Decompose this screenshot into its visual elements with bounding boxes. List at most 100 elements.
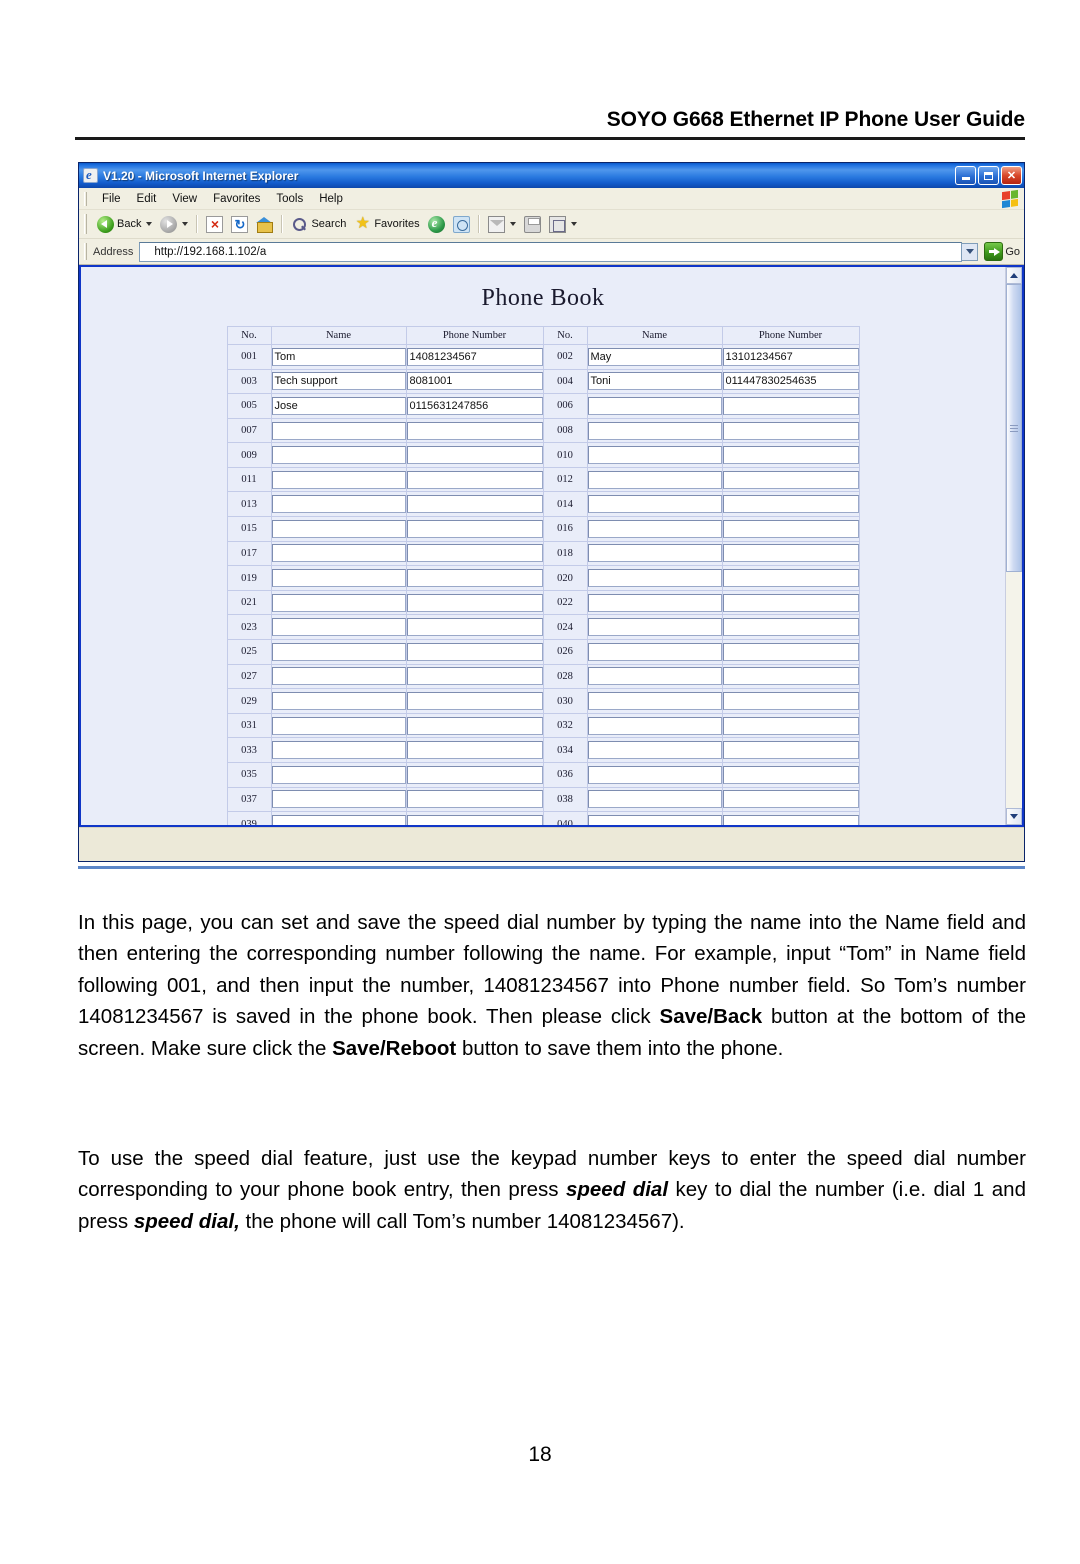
name-input-right[interactable] — [587, 519, 722, 538]
phone-input-right[interactable] — [722, 495, 859, 514]
phone-input-left[interactable] — [406, 421, 543, 440]
chevron-down-icon[interactable] — [509, 222, 516, 227]
menu-item-help[interactable]: Help — [311, 191, 351, 207]
menu-item-view[interactable]: View — [164, 191, 205, 207]
phone-input-left[interactable] — [406, 569, 543, 588]
name-input-left[interactable] — [271, 421, 406, 440]
phone-input-right[interactable] — [722, 667, 859, 686]
menu-item-edit[interactable]: Edit — [129, 191, 165, 207]
chevron-down-icon[interactable] — [182, 222, 189, 227]
refresh-button[interactable] — [227, 214, 252, 235]
phone-input-right[interactable] — [722, 716, 859, 735]
address-input[interactable]: http://192.168.1.102/a — [139, 241, 963, 262]
menu-item-file[interactable]: File — [94, 191, 129, 207]
phone-input-left[interactable] — [406, 618, 543, 637]
phone-input-right[interactable] — [722, 618, 859, 637]
name-input-left[interactable] — [271, 716, 406, 735]
phone-input-left[interactable] — [406, 692, 543, 711]
phone-input-left[interactable] — [406, 815, 543, 826]
stop-button[interactable] — [202, 214, 227, 235]
name-input-right[interactable] — [587, 642, 722, 661]
scrollbar-thumb[interactable] — [1006, 283, 1022, 573]
favorites-button[interactable]: Favorites — [350, 214, 423, 235]
name-input-right[interactable] — [587, 396, 722, 415]
name-input-right[interactable] — [587, 470, 722, 489]
name-input-right[interactable] — [587, 569, 722, 588]
menu-item-tools[interactable]: Tools — [268, 191, 311, 207]
name-input-left[interactable] — [271, 470, 406, 489]
name-input-right[interactable] — [587, 544, 722, 563]
chevron-down-icon[interactable] — [570, 222, 577, 227]
edit-button[interactable] — [545, 214, 581, 235]
phone-input-left[interactable] — [406, 765, 543, 784]
name-input-left[interactable] — [271, 765, 406, 784]
scrollbar-track[interactable] — [1006, 283, 1022, 809]
phone-input-right[interactable] — [722, 741, 859, 760]
name-input-left[interactable] — [271, 519, 406, 538]
name-input-left[interactable]: Jose — [271, 396, 406, 415]
phone-input-left[interactable] — [406, 790, 543, 809]
phone-input-right[interactable] — [722, 544, 859, 563]
phone-input-right[interactable] — [722, 519, 859, 538]
back-button[interactable]: Back — [93, 214, 156, 235]
phone-input-right[interactable] — [722, 692, 859, 711]
phone-input-right[interactable] — [722, 815, 859, 826]
name-input-right[interactable] — [587, 815, 722, 826]
vertical-scrollbar[interactable] — [1005, 266, 1022, 826]
name-input-left[interactable] — [271, 642, 406, 661]
phone-input-right[interactable]: 13101234567 — [722, 347, 859, 366]
name-input-right[interactable]: Toni — [587, 372, 722, 391]
phone-input-left[interactable] — [406, 716, 543, 735]
menu-grip[interactable] — [84, 191, 87, 206]
name-input-left[interactable] — [271, 741, 406, 760]
name-input-left[interactable] — [271, 495, 406, 514]
restore-icon[interactable] — [978, 166, 999, 186]
phone-input-left[interactable] — [406, 544, 543, 563]
phone-input-right[interactable] — [722, 446, 859, 465]
phone-input-left[interactable]: 14081234567 — [406, 347, 543, 366]
name-input-left[interactable] — [271, 544, 406, 563]
phone-input-left[interactable]: 0115631247856 — [406, 396, 543, 415]
phone-input-left[interactable] — [406, 667, 543, 686]
name-input-left[interactable] — [271, 692, 406, 711]
phone-input-right[interactable] — [722, 765, 859, 784]
phone-input-left[interactable] — [406, 741, 543, 760]
name-input-right[interactable] — [587, 765, 722, 784]
name-input-right[interactable] — [587, 446, 722, 465]
name-input-left[interactable]: Tech support — [271, 372, 406, 391]
phone-input-right[interactable]: 011447830254635 — [722, 372, 859, 391]
print-button[interactable] — [520, 214, 545, 235]
scroll-up-icon[interactable] — [1006, 266, 1022, 284]
name-input-right[interactable] — [587, 667, 722, 686]
name-input-right[interactable] — [587, 716, 722, 735]
name-input-left[interactable]: Tom — [271, 347, 406, 366]
forward-button[interactable] — [156, 214, 192, 235]
phone-input-right[interactable] — [722, 470, 859, 489]
addressbar-grip[interactable] — [84, 243, 87, 261]
search-button[interactable]: Search — [287, 214, 350, 235]
phone-input-right[interactable] — [722, 642, 859, 661]
home-button[interactable] — [252, 214, 277, 235]
name-input-right[interactable] — [587, 618, 722, 637]
menu-item-favorites[interactable]: Favorites — [205, 191, 268, 207]
go-button[interactable]: Go — [984, 242, 1020, 262]
name-input-left[interactable] — [271, 815, 406, 826]
name-input-right[interactable] — [587, 421, 722, 440]
minimize-icon[interactable] — [955, 166, 976, 186]
toolbar-grip[interactable] — [84, 214, 87, 235]
scroll-down-icon[interactable] — [1006, 808, 1022, 826]
name-input-right[interactable]: May — [587, 347, 722, 366]
phone-input-left[interactable] — [406, 593, 543, 612]
phone-input-right[interactable] — [722, 569, 859, 588]
phone-input-right[interactable] — [722, 593, 859, 612]
name-input-right[interactable] — [587, 790, 722, 809]
phone-input-right[interactable] — [722, 790, 859, 809]
name-input-left[interactable] — [271, 790, 406, 809]
name-input-right[interactable] — [587, 741, 722, 760]
phone-input-left[interactable] — [406, 470, 543, 489]
phone-input-left[interactable] — [406, 642, 543, 661]
name-input-left[interactable] — [271, 618, 406, 637]
name-input-left[interactable] — [271, 667, 406, 686]
mail-button[interactable] — [484, 214, 520, 235]
phone-input-right[interactable] — [722, 421, 859, 440]
